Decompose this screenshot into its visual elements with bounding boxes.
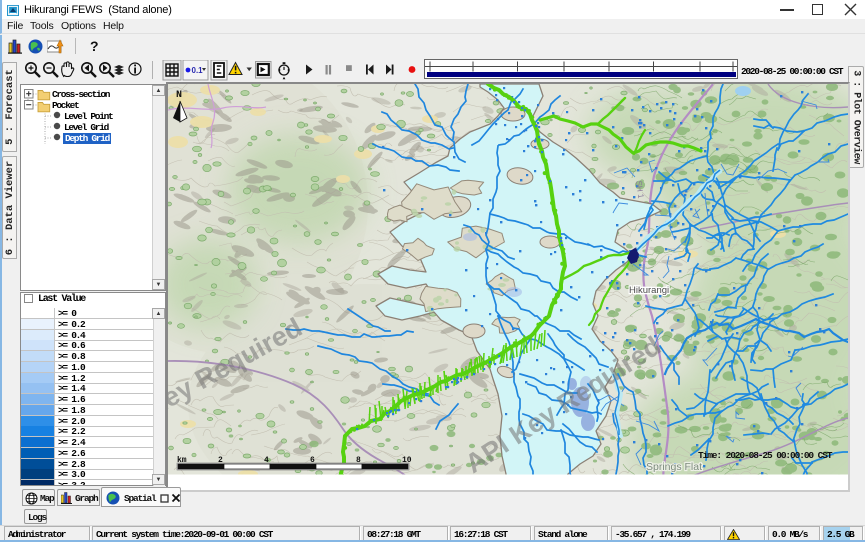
svg-text:6: 6 bbox=[310, 456, 315, 465]
svg-text:0.1: 0.1 bbox=[192, 66, 204, 75]
svg-text:N: N bbox=[176, 90, 182, 101]
svg-text:Springs Flat: Springs Flat bbox=[646, 461, 702, 473]
svg-text:2: 2 bbox=[218, 456, 223, 465]
svg-text:Time: 2020-08-25 00:00:00 CST: Time: 2020-08-25 00:00:00 CST bbox=[698, 450, 833, 461]
svg-text:8: 8 bbox=[356, 456, 361, 465]
svg-text:4: 4 bbox=[264, 456, 269, 465]
svg-text:10: 10 bbox=[402, 456, 412, 465]
svg-text:Hikurangi: Hikurangi bbox=[629, 285, 669, 296]
svg-text:km: km bbox=[177, 456, 187, 465]
